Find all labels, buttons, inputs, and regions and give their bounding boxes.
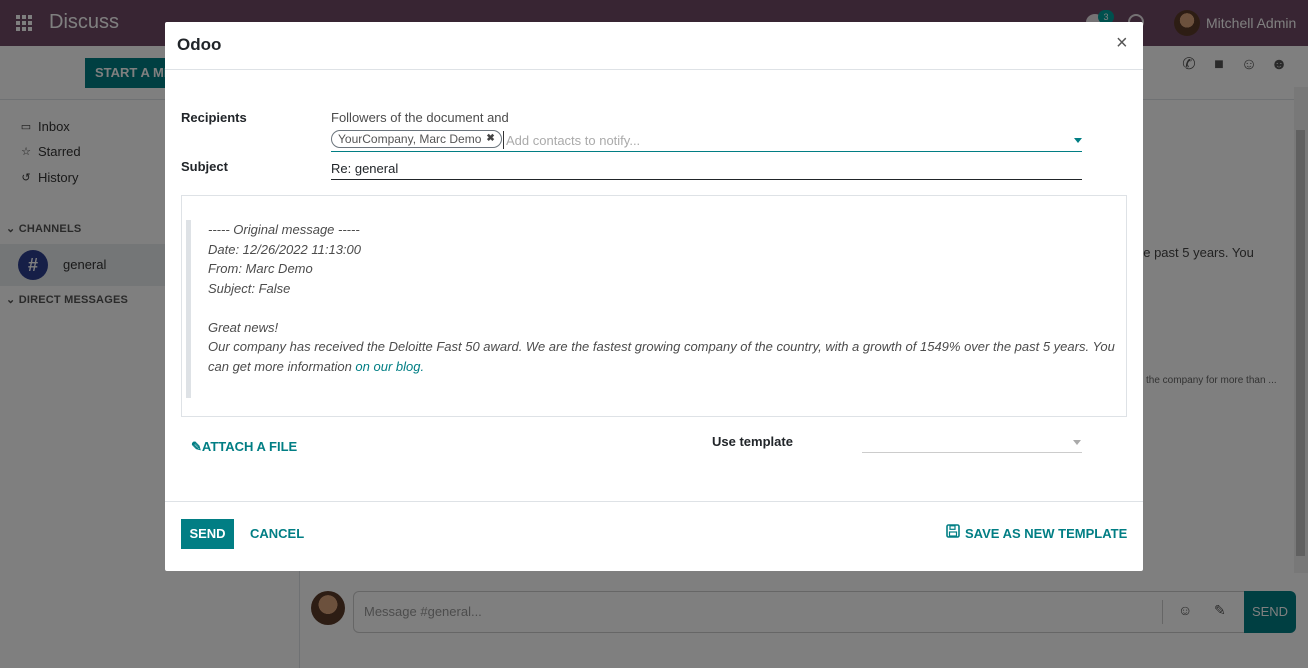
quote-greeting: Great news! <box>208 319 279 335</box>
floppy-disk-icon <box>946 519 960 549</box>
attach-file-button[interactable]: ✎ATTACH A FILE <box>191 439 297 455</box>
paperclip-icon: ✎ <box>191 439 202 454</box>
save-as-template-button[interactable]: SAVE AS NEW TEMPLATE <box>946 519 1127 549</box>
subject-input[interactable] <box>331 159 1071 177</box>
recipient-tag: YourCompany, Marc Demo ✖ <box>331 130 502 148</box>
remove-tag-icon[interactable]: ✖ <box>486 131 494 147</box>
quote-line: Date: 12/26/2022 11:13:00 <box>208 241 361 257</box>
subject-field <box>331 157 1082 180</box>
message-body-editor[interactable]: ----- Original message ----- Date: 12/26… <box>181 195 1127 417</box>
recipients-input[interactable] <box>503 131 1063 149</box>
quoted-original-message: ----- Original message ----- Date: 12/26… <box>186 220 1118 398</box>
subject-label: Subject <box>181 159 228 174</box>
compose-email-dialog: Odoo × Recipients Followers of the docum… <box>165 22 1143 571</box>
followers-text: Followers of the document and <box>331 110 509 125</box>
recipients-label: Recipients <box>181 110 247 125</box>
recipients-field[interactable]: YourCompany, Marc Demo ✖ <box>331 129 1082 152</box>
chevron-down-icon[interactable] <box>1074 138 1082 143</box>
quote-paragraph: Our company has received the Deloitte Fa… <box>208 339 1115 374</box>
chevron-down-icon <box>1073 440 1081 445</box>
send-button[interactable]: SEND <box>181 519 234 549</box>
cancel-button[interactable]: CANCEL <box>250 519 304 549</box>
quote-line: Subject: False <box>208 280 291 296</box>
quote-line: From: Marc Demo <box>208 261 313 276</box>
dialog-title: Odoo <box>177 35 222 54</box>
template-select[interactable] <box>862 432 1082 453</box>
quote-line: ----- Original message ----- <box>208 222 360 237</box>
dialog-footer: SEND CANCEL SAVE AS NEW TEMPLATE <box>165 501 1143 571</box>
use-template-label: Use template <box>712 434 793 449</box>
blog-link[interactable]: on our blog. <box>355 359 424 374</box>
close-icon[interactable]: × <box>1116 32 1128 55</box>
dialog-header: Odoo × <box>165 22 1143 70</box>
